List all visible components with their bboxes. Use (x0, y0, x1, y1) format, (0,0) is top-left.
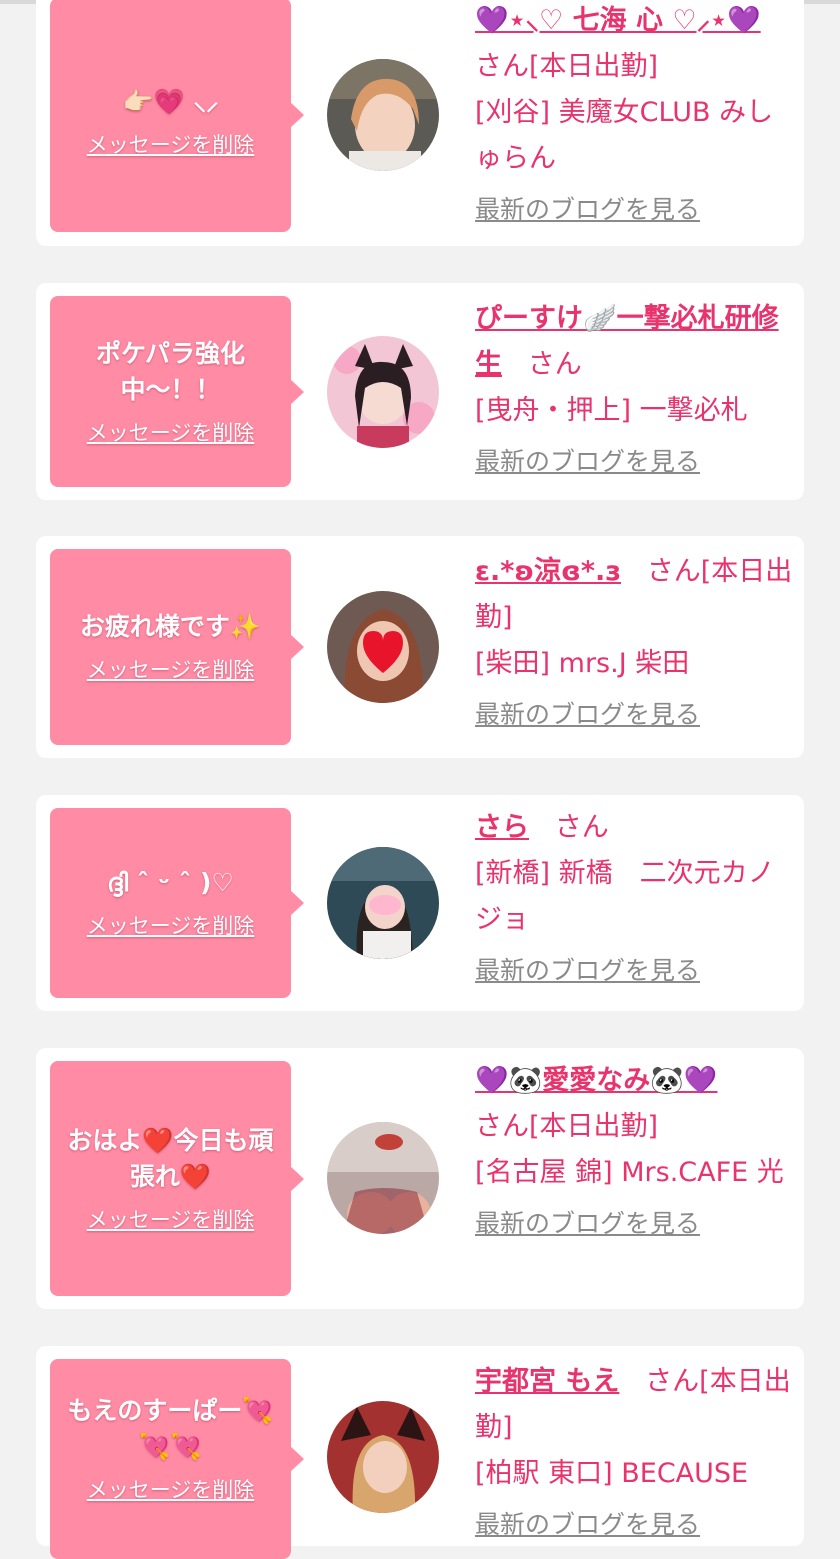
avatar[interactable] (327, 1122, 439, 1234)
message-card: ポケパラ強化中〜！！ メッセージを削除 ぴーすけ🪽一撃必札研修生 さん [曳舟・… (36, 283, 804, 500)
sender-info: 宇都宮 もえ さん[本日出勤] [柏駅 東口] BECAUSE 最新のブログを見… (475, 1359, 793, 1545)
delete-message-link[interactable]: メッセージを削除 (87, 1205, 255, 1235)
message-text: もえのすーぱー💘💘💘 (67, 1396, 274, 1461)
sender-name-link[interactable]: さら (475, 812, 529, 843)
sender-name-link[interactable]: 💜⋆⸜♡ 七海 心 ♡⸝⋆💜 (475, 0, 793, 44)
message-card: 👉🏻💗 ⸜⸝ メッセージを削除 💜⋆⸜♡ 七海 心 ♡⸝⋆💜 さん[本日出勤] … (36, 0, 804, 246)
sender-info: 💜🐼愛愛なみ🐼💜 さん[本日出勤] [名古屋 錦] Mrs.CAFE 光 最新の… (475, 1058, 793, 1244)
sender-name-link[interactable]: 💜🐼愛愛なみ🐼💜 (475, 1058, 793, 1104)
avatar[interactable] (327, 336, 439, 448)
message-bubble: 👉🏻💗 ⸜⸝ メッセージを削除 (50, 0, 304, 232)
sender-status: さん (527, 349, 582, 380)
delete-message-link[interactable]: メッセージを削除 (87, 655, 255, 685)
sender-status: さん (554, 812, 609, 843)
latest-blog-link[interactable]: 最新のブログを見る (475, 442, 793, 482)
message-bubble: おはよ❤️今日も頑張れ❤️ メッセージを削除 (50, 1061, 304, 1296)
message-text: お疲れ様です✨ (79, 612, 262, 641)
latest-blog-link[interactable]: 最新のブログを見る (475, 190, 793, 230)
sender-name-link[interactable]: 宇都宮 もえ (475, 1366, 619, 1397)
sender-info: ぴーすけ🪽一撃必札研修生 さん [曳舟・押上] 一撃必札 最新のブログを見る (475, 296, 793, 482)
avatar[interactable] (327, 59, 439, 171)
sender-info: ε.*ʚ涼ɞ*.з さん[本日出勤] [柴田] mrs.J 柴田 最新のブログを… (475, 549, 793, 735)
latest-blog-link[interactable]: 最新のブログを見る (475, 1505, 793, 1545)
latest-blog-link[interactable]: 最新のブログを見る (475, 951, 793, 991)
sender-info: さら さん [新橋] 新橋 二次元カノジョ 最新のブログを見る (475, 805, 793, 991)
sender-name-link[interactable]: ε.*ʚ涼ɞ*.з (475, 556, 621, 587)
shop-name: [名古屋 錦] Mrs.CAFE 光 (475, 1157, 784, 1188)
sender-info: 💜⋆⸜♡ 七海 心 ♡⸝⋆💜 さん[本日出勤] [刈谷] 美魔女CLUB みしゅ… (475, 0, 793, 230)
message-card: ദ്ദി ˆ ᵕ ˆ )♡ メッセージを削除 さら さん [新橋] 新橋 二次元… (36, 795, 804, 1011)
delete-message-link[interactable]: メッセージを削除 (87, 911, 255, 941)
shop-name: [刈谷] 美魔女CLUB みしゅらん (475, 97, 774, 174)
message-card: お疲れ様です✨ メッセージを削除 ε.*ʚ涼ɞ*.з さん[本日出勤] [柴田]… (36, 536, 804, 758)
message-text: ポケパラ強化中〜！！ (95, 338, 245, 404)
message-bubble: お疲れ様です✨ メッセージを削除 (50, 549, 304, 745)
shop-name: [柴田] mrs.J 柴田 (475, 648, 690, 679)
sender-status: さん[本日出勤] (475, 51, 659, 82)
avatar[interactable] (327, 1401, 439, 1513)
message-text: 👉🏻💗 ⸜⸝ (122, 87, 219, 116)
message-text: ദ്ദി ˆ ᵕ ˆ )♡ (107, 868, 234, 897)
shop-name: [柏駅 東口] BECAUSE (475, 1458, 749, 1489)
sender-name-link[interactable]: ぴーすけ🪽一撃必札研修生 (475, 303, 779, 380)
delete-message-link[interactable]: メッセージを削除 (87, 130, 255, 160)
latest-blog-link[interactable]: 最新のブログを見る (475, 695, 793, 735)
message-bubble: もえのすーぱー💘💘💘 メッセージを削除 (50, 1359, 304, 1559)
avatar[interactable] (327, 847, 439, 959)
shop-name: [新橋] 新橋 二次元カノジョ (475, 858, 775, 935)
sender-status: さん[本日出勤] (475, 1111, 659, 1142)
message-card: もえのすーぱー💘💘💘 メッセージを削除 宇都宮 もえ さん[本日出勤] [柏駅 … (36, 1346, 804, 1559)
message-text: おはよ❤️今日も頑張れ❤️ (67, 1125, 274, 1191)
shop-name: [曳舟・押上] 一撃必札 (475, 395, 748, 426)
delete-message-link[interactable]: メッセージを削除 (87, 1475, 255, 1505)
message-bubble: ദ്ദി ˆ ᵕ ˆ )♡ メッセージを削除 (50, 808, 304, 998)
message-bubble: ポケパラ強化中〜！！ メッセージを削除 (50, 296, 304, 487)
message-card: おはよ❤️今日も頑張れ❤️ メッセージを削除 💜🐼愛愛なみ🐼💜 さん[本日出勤]… (36, 1048, 804, 1309)
delete-message-link[interactable]: メッセージを削除 (87, 418, 255, 448)
latest-blog-link[interactable]: 最新のブログを見る (475, 1204, 793, 1244)
avatar[interactable] (327, 591, 439, 703)
